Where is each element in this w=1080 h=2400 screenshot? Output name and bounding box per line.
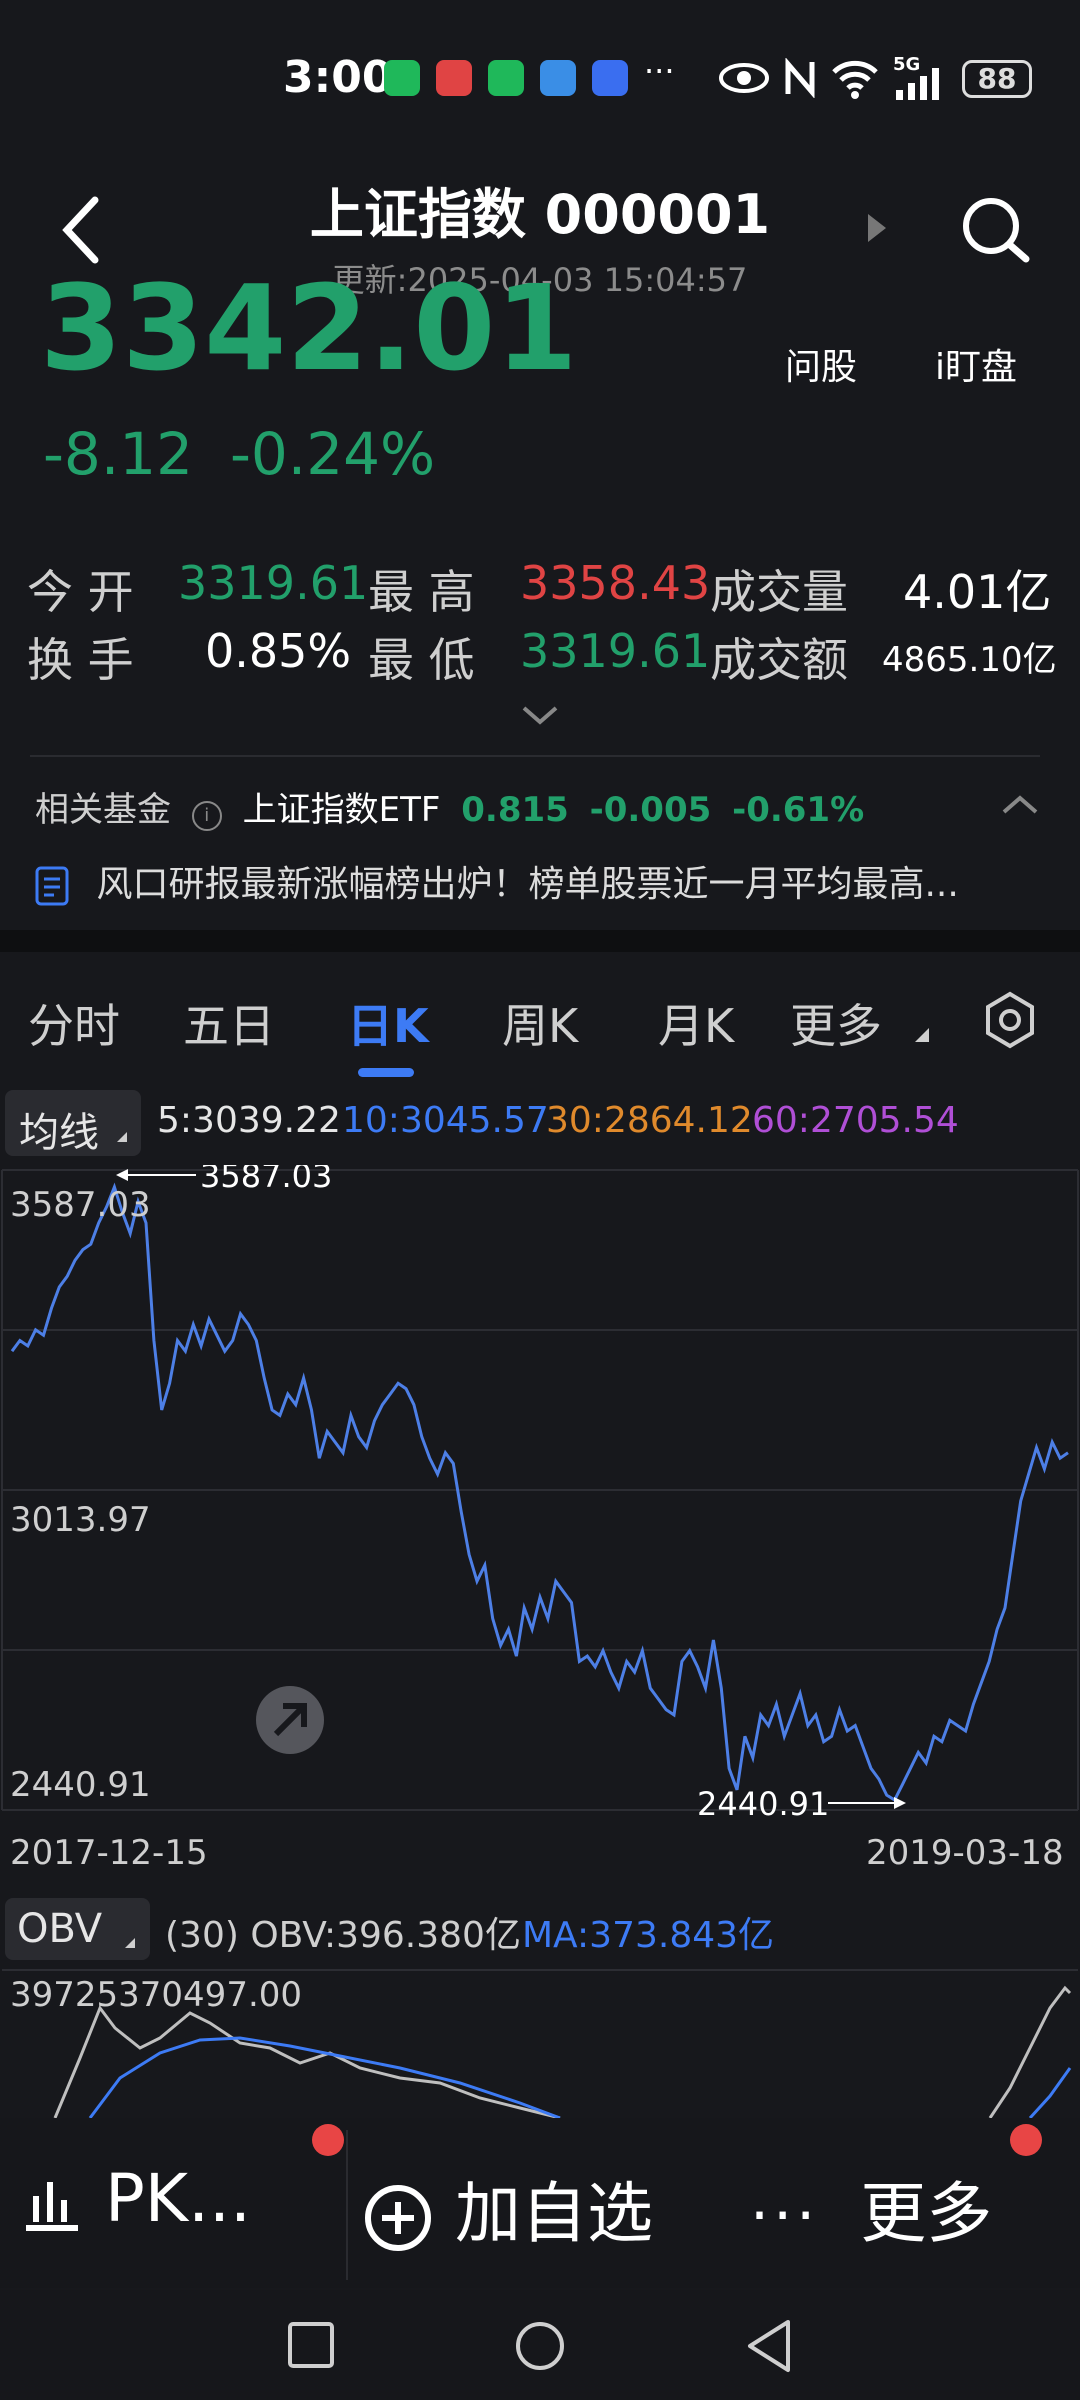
more-notifications: ··· xyxy=(644,52,675,90)
plus-circle-icon xyxy=(365,2184,431,2251)
ellipsis-icon: ··· xyxy=(750,2181,820,2251)
related-fund-label: 相关基金 xyxy=(35,790,171,830)
system-nav-bar xyxy=(0,2290,1080,2400)
document-icon xyxy=(35,866,69,906)
add-label: 加自选 xyxy=(454,2175,653,2252)
turnover-label: 换 手 xyxy=(27,633,134,687)
status-time: 3:00 xyxy=(283,52,393,103)
search-icon[interactable] xyxy=(960,195,1030,265)
wifi-icon xyxy=(832,60,878,99)
amount-label: 成交额 xyxy=(710,633,848,687)
pk-button[interactable]: PK... xyxy=(18,2160,251,2237)
eye-icon xyxy=(719,63,769,93)
more-label: 更多 xyxy=(860,2175,993,2252)
tab-daily-k[interactable]: 日K xyxy=(347,990,429,1056)
x-label-start: 2017-12-15 xyxy=(10,1833,208,1873)
nfc-icon xyxy=(785,58,815,98)
dropdown-caret-icon xyxy=(125,1938,135,1948)
notification-dot xyxy=(1010,2124,1042,2156)
tab-more[interactable]: 更多 xyxy=(790,990,882,1056)
ma10-value: 10:3045.57 xyxy=(342,1100,549,1141)
watch-market-button[interactable]: i盯盘 xyxy=(935,338,1017,390)
next-stock-icon[interactable] xyxy=(868,214,886,242)
section-separator xyxy=(0,930,1080,952)
high-marker-label: 3587.03 xyxy=(200,1165,332,1195)
current-price: 3342.01 xyxy=(40,278,578,378)
divider xyxy=(30,755,1040,757)
tab-underline xyxy=(358,1068,414,1077)
obv-value: (30) OBV:396.380亿 xyxy=(165,1915,521,1956)
app-notification-icon xyxy=(488,60,524,96)
obv-ma-value: MA:373.843亿 xyxy=(522,1915,775,1956)
divider xyxy=(346,2130,348,2280)
tab-monthly-k[interactable]: 月K xyxy=(658,990,734,1056)
indicator-selector-label: OBV xyxy=(17,1906,103,1952)
amount-value: 4865.10亿 xyxy=(882,640,1057,680)
y-label-top: 3587.03 xyxy=(10,1185,151,1225)
ask-stock-button[interactable]: 问股 xyxy=(785,338,857,390)
related-fund-row[interactable]: 相关基金 i 上证指数ETF 0.815 -0.005 -0.61% xyxy=(35,782,864,831)
battery-saver-icon xyxy=(384,60,420,96)
pk-label: PK... xyxy=(104,2160,252,2237)
ma5-value: 5:3039.22 xyxy=(157,1100,341,1141)
home-icon[interactable] xyxy=(514,2320,566,2372)
change-percent: -0.24% xyxy=(229,420,436,488)
notes-app-icon xyxy=(436,60,472,96)
recent-apps-icon[interactable] xyxy=(286,2320,336,2370)
high-label: 最 高 xyxy=(368,565,475,619)
back-nav-icon[interactable] xyxy=(744,2318,794,2374)
status-bar: 3:00 ··· 5G 88 xyxy=(0,0,1080,150)
ma-selector-label: 均线 xyxy=(19,1110,99,1156)
y-label-mid: 3013.97 xyxy=(10,1500,151,1540)
fund-percent: -0.61% xyxy=(732,790,865,830)
obv-ma-line xyxy=(88,2036,1072,2118)
obv-axis-top: 39725370497.00 xyxy=(10,1975,303,2015)
chevron-down-icon[interactable] xyxy=(520,700,560,730)
more-button[interactable]: ··· 更多 xyxy=(750,2160,992,2256)
ma60-value: 60:2705.54 xyxy=(752,1100,959,1141)
x-label-end: 2019-03-18 xyxy=(866,1833,1064,1873)
page-title: 上证指数 000001 xyxy=(309,183,771,246)
change-value: -8.12 xyxy=(43,420,194,488)
low-label: 最 低 xyxy=(368,633,475,687)
notification-dot xyxy=(312,2124,344,2156)
turnover-value: 0.85% xyxy=(205,624,352,678)
more-caret-icon xyxy=(915,1028,929,1042)
fund-price: 0.815 xyxy=(461,790,569,830)
open-value: 3319.61 xyxy=(178,556,369,610)
battery-icon: 88 xyxy=(962,60,1032,98)
signal-icon xyxy=(896,68,939,100)
dropdown-caret-icon xyxy=(117,1132,127,1142)
kline-chart[interactable]: 3587.03 2440.91 xyxy=(0,1165,1080,1825)
tab-five-day[interactable]: 五日 xyxy=(183,990,275,1056)
low-marker: 2440.91 xyxy=(697,1785,906,1823)
fund-name: 上证指数ETF xyxy=(242,790,441,830)
y-label-bottom: 2440.91 xyxy=(10,1765,151,1805)
news-row[interactable]: 风口研报最新涨幅榜出炉！榜单股票近一月平均最高... xyxy=(35,855,959,907)
news-text: 风口研报最新涨幅榜出炉！榜单股票近一月平均最高... xyxy=(96,864,959,905)
ma30-value: 30:2864.12 xyxy=(546,1100,753,1141)
fullscreen-icon[interactable] xyxy=(256,1686,324,1754)
low-marker-label: 2440.91 xyxy=(697,1785,829,1823)
price-change: -8.12 -0.24% xyxy=(43,420,435,488)
fund-change: -0.005 xyxy=(589,790,712,830)
open-label: 今 开 xyxy=(27,565,134,619)
settings-icon[interactable] xyxy=(980,990,1040,1050)
high-value: 3358.43 xyxy=(520,556,711,610)
voice-icon xyxy=(592,60,628,96)
add-to-watchlist-button[interactable]: 加自选 xyxy=(362,2160,653,2256)
volume-value: 4.01亿 xyxy=(903,565,1052,619)
indicator-selector[interactable]: OBV xyxy=(5,1898,150,1960)
price-line xyxy=(10,1182,1069,1803)
info-icon[interactable]: i xyxy=(191,801,222,831)
ma-selector[interactable]: 均线 xyxy=(5,1090,141,1156)
cloud-icon xyxy=(540,60,576,96)
tab-weekly-k[interactable]: 周K xyxy=(502,990,578,1056)
volume-label: 成交量 xyxy=(710,565,848,619)
low-value: 3319.61 xyxy=(520,624,711,678)
bar-chart-icon xyxy=(26,2181,78,2231)
chart-gridlines xyxy=(1,1169,1079,1811)
tab-intraday[interactable]: 分时 xyxy=(28,990,120,1056)
chevron-up-icon[interactable] xyxy=(1000,792,1040,816)
